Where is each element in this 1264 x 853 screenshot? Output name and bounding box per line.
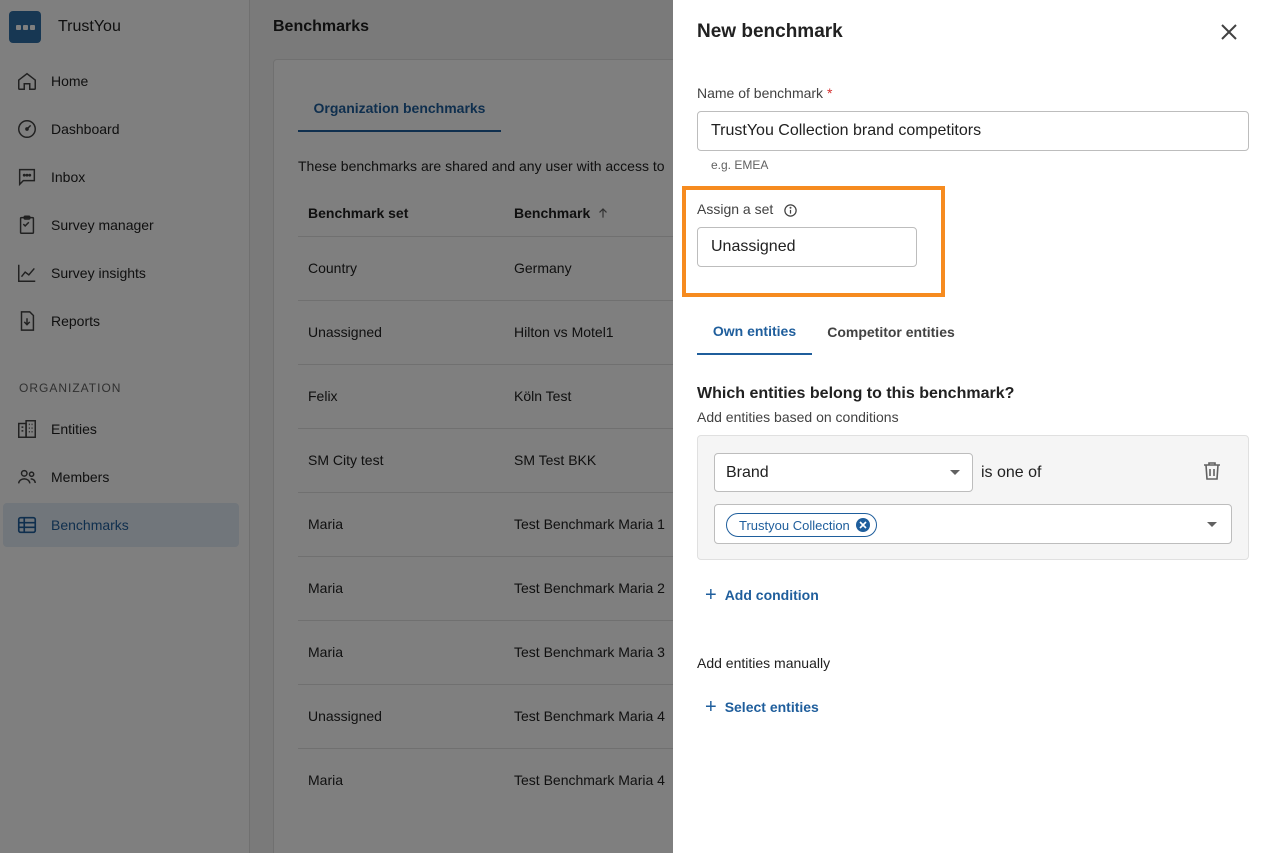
info-icon[interactable] — [783, 203, 798, 218]
condition-values-select[interactable]: Trustyou Collection — [714, 504, 1232, 544]
condition-box: Brand is one of Trustyou Collection — [697, 435, 1249, 560]
select-entities-label: Select entities — [724, 699, 819, 715]
add-condition-label: Add condition — [724, 587, 819, 603]
trash-icon — [1204, 462, 1220, 480]
chevron-down-icon — [950, 470, 960, 475]
manual-entities-label: Add entities manually — [697, 655, 831, 671]
assign-set-label-text: Assign a set — [697, 201, 774, 217]
benchmark-name-input[interactable]: TrustYou Collection brand competitors — [697, 111, 1249, 151]
assign-set-input[interactable]: Unassigned — [697, 227, 917, 267]
assign-set-label: Assign a set — [697, 201, 798, 218]
benchmark-name-hint: e.g. EMEA — [711, 158, 769, 172]
assign-set-value: Unassigned — [711, 238, 796, 255]
chevron-down-icon — [1207, 522, 1217, 527]
drawer-title: New benchmark — [697, 21, 843, 42]
benchmark-name-label-text: Name of benchmark — [697, 85, 824, 101]
value-chip-label: Trustyou Collection — [739, 517, 850, 533]
modal-backdrop[interactable] — [0, 0, 673, 853]
tab-own-entities[interactable]: Own entities — [697, 308, 812, 355]
add-condition-button[interactable]: + Add condition — [705, 584, 819, 606]
plus-icon: + — [705, 696, 717, 718]
new-benchmark-drawer: New benchmark Name of benchmark * TrustY… — [673, 0, 1264, 853]
conditions-subtitle: Add entities based on conditions — [697, 409, 899, 425]
entities-question: Which entities belong to this benchmark? — [697, 385, 1015, 402]
close-icon — [859, 521, 867, 529]
benchmark-name-label: Name of benchmark * — [697, 85, 832, 101]
select-entities-button[interactable]: + Select entities — [705, 696, 819, 718]
plus-icon: + — [705, 584, 717, 606]
required-mark: * — [826, 85, 833, 101]
condition-operator: is one of — [981, 464, 1042, 481]
remove-chip-button[interactable] — [855, 518, 870, 532]
close-icon — [1221, 24, 1237, 40]
value-chip: Trustyou Collection — [726, 513, 877, 537]
condition-field-select[interactable]: Brand — [714, 453, 973, 492]
condition-field-value: Brand — [726, 463, 769, 481]
benchmark-name-value: TrustYou Collection brand competitors — [711, 122, 982, 139]
close-button[interactable] — [1216, 19, 1242, 45]
delete-condition-button[interactable] — [1203, 461, 1221, 486]
tab-competitor-entities[interactable]: Competitor entities — [812, 308, 970, 355]
